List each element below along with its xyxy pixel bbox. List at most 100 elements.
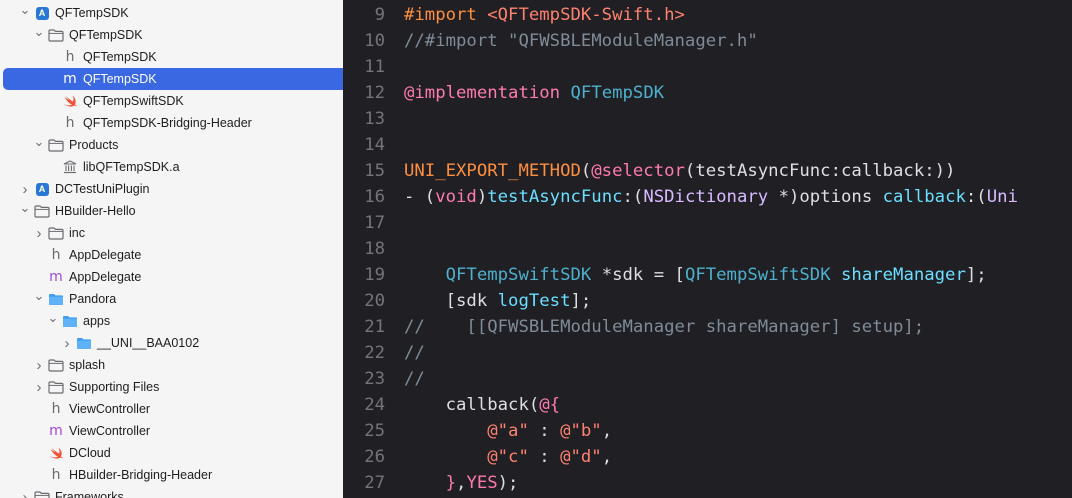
navigator-item[interactable]: h QFTempSDK-Bridging-Header [0, 112, 343, 134]
code-line[interactable]: 26 @"c" : @"d", [343, 444, 1072, 470]
code-line[interactable]: 14 [343, 132, 1072, 158]
line-code: @"a" : @"b", [404, 418, 612, 444]
folder-icon [48, 225, 64, 241]
code-line[interactable]: 27 },YES); [343, 470, 1072, 496]
blue-folder-icon [48, 291, 64, 307]
code-line[interactable]: 20 [sdk logTest]; [343, 288, 1072, 314]
chevron-down-icon[interactable]: ⌄ [32, 288, 46, 304]
line-code: // [[QFWSBLEModuleManager shareManager] … [404, 314, 924, 340]
navigator-item[interactable]: QFTempSwiftSDK [0, 90, 343, 112]
chevron-down-icon[interactable]: ⌄ [32, 134, 46, 150]
code-line[interactable]: 16- (void)testAsyncFunc:(NSDictionary *)… [343, 184, 1072, 210]
navigator-item-label: QFTempSDK [55, 6, 129, 20]
chevron-right-icon[interactable]: › [60, 335, 74, 352]
navigator-item[interactable]: ⌄ HBuilder-Hello [0, 200, 343, 222]
line-number: 16 [364, 187, 385, 207]
code-token: logTest [497, 291, 571, 311]
navigator-item[interactable]: ⌄ A QFTempSDK [0, 2, 343, 24]
code-line[interactable]: 25 @"a" : @"b", [343, 418, 1072, 444]
navigator-item-label: QFTempSwiftSDK [83, 94, 184, 108]
code-line[interactable]: 19 QFTempSwiftSDK *sdk = [QFTempSwiftSDK… [343, 262, 1072, 288]
code-line[interactable]: 12 @implementation QFTempSDK [343, 80, 1072, 106]
navigator-item[interactable]: › Frameworks [0, 486, 343, 498]
line-number: 23 [364, 369, 385, 389]
navigator-item-label: ViewController [69, 424, 151, 438]
chevron-right-icon[interactable]: › [32, 357, 46, 374]
navigator-item[interactable]: › inc [0, 222, 343, 244]
navigator-item[interactable]: › Supporting Files [0, 376, 343, 398]
navigator-item[interactable]: › A DCTestUniPlugin [0, 178, 343, 200]
code-line[interactable]: 13 [343, 106, 1072, 132]
code-token: (testAsyncFunc:callback:)) [684, 161, 956, 181]
navigator-item[interactable]: DCloud [0, 442, 343, 464]
chevron-down-icon[interactable]: ⌄ [32, 24, 46, 40]
navigator-item[interactable]: ⌄ Products [0, 134, 343, 156]
chevron-right-icon[interactable]: › [32, 225, 46, 242]
code-line[interactable]: 24 callback(@{ [343, 392, 1072, 418]
navigator-item-label: QFTempSDK [83, 50, 157, 64]
code-line[interactable]: 23 // [343, 366, 1072, 392]
code-line[interactable]: 10 //#import "QFWSBLEModuleManager.h" [343, 28, 1072, 54]
line-code: @implementation QFTempSDK [404, 80, 664, 106]
line-code: UNI_EXPORT_METHOD(@selector(testAsyncFun… [404, 158, 955, 184]
code-line[interactable]: 18 [343, 236, 1072, 262]
code-line[interactable]: 9 #import <QFTempSDK-Swift.h> [343, 2, 1072, 28]
navigator-item-label: ViewController [69, 402, 151, 416]
swift-file-icon [62, 93, 78, 109]
navigator-item[interactable]: libQFTempSDK.a [0, 156, 343, 178]
project-navigator: ⌄ A QFTempSDK ⌄ QFTempSDK h QFTempSDK m QFTempSD… [0, 0, 343, 498]
navigator-item[interactable]: h ViewController [0, 398, 343, 420]
code-token: testAsyncFunc [487, 187, 623, 207]
code-line[interactable]: 17 [343, 210, 1072, 236]
code-token: <QFTempSDK-Swift.h> [487, 5, 685, 25]
line-code: // [404, 340, 425, 366]
navigator-item[interactable]: h QFTempSDK [0, 46, 343, 68]
navigator-item[interactable]: ⌄ apps [0, 310, 343, 332]
navigator-item-label: DCTestUniPlugin [55, 182, 150, 196]
line-number: 13 [364, 109, 385, 129]
code-token: callback [882, 187, 966, 207]
code-token: YES [466, 473, 498, 493]
chevron-right-icon[interactable]: › [32, 379, 46, 396]
code-token: //#import "QFWSBLEModuleManager.h" [404, 31, 758, 51]
chevron-down-icon[interactable]: ⌄ [46, 310, 60, 326]
navigator-item[interactable]: h HBuilder-Bridging-Header [0, 464, 343, 486]
navigator-item[interactable]: ⌄ Pandora [0, 288, 343, 310]
code-editor[interactable]: 9 #import <QFTempSDK-Swift.h> 10//#import … [343, 0, 1072, 498]
navigator-item[interactable]: › __UNI__BAA0102 [0, 332, 343, 354]
chevron-down-icon[interactable]: ⌄ [18, 200, 32, 216]
line-code: callback(@{ [404, 392, 560, 418]
code-token: :( [622, 187, 644, 207]
navigator-item[interactable]: ⌄ QFTempSDK [0, 24, 343, 46]
code-token: QFTempSDK [570, 83, 665, 103]
code-line[interactable]: 15 UNI_EXPORT_METHOD(@selector(testAsyncF… [343, 158, 1072, 184]
code-line[interactable]: 11 [343, 54, 1072, 80]
line-number: 25 [364, 421, 385, 441]
navigator-item[interactable]: m QFTempSDK [3, 68, 343, 90]
code-line[interactable]: 21 // [[QFWSBLEModuleManager shareManager… [343, 314, 1072, 340]
library-icon [62, 159, 78, 175]
navigator-item-label: apps [83, 314, 111, 328]
line-number: 22 [364, 343, 385, 363]
chevron-down-icon[interactable]: ⌄ [18, 2, 32, 18]
line-code: #import <QFTempSDK-Swift.h> [404, 2, 685, 28]
code-token: *)options [768, 187, 883, 207]
folder-icon [48, 357, 64, 373]
chevron-right-icon[interactable]: › [18, 489, 32, 498]
line-number: 17 [364, 213, 385, 233]
navigator-item[interactable]: m AppDelegate [0, 266, 343, 288]
navigator-item-label: AppDelegate [69, 248, 142, 262]
line-number: 14 [364, 135, 385, 155]
navigator-item[interactable]: › splash [0, 354, 343, 376]
code-line[interactable]: 22 // [343, 340, 1072, 366]
folder-icon [48, 27, 64, 43]
line-number: 26 [364, 447, 385, 467]
code-token: QFTempSwiftSDK [445, 265, 592, 285]
navigator-item[interactable]: m ViewController [0, 420, 343, 442]
line-number: 24 [364, 395, 385, 415]
line-number: 11 [364, 57, 385, 77]
chevron-right-icon[interactable]: › [18, 181, 32, 198]
navigator-item[interactable]: h AppDelegate [0, 244, 343, 266]
line-number: 19 [364, 265, 385, 285]
